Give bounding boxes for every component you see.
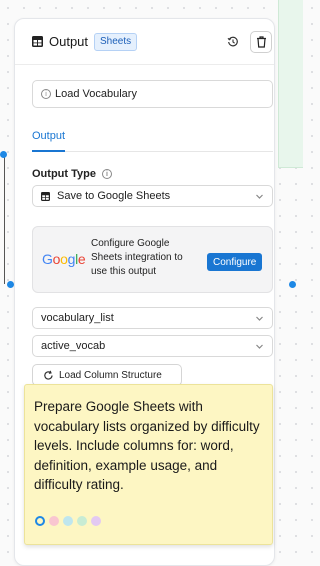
output-type-value: Save to Google Sheets [57, 190, 171, 202]
color-option-green[interactable] [77, 516, 87, 526]
color-option-purple[interactable] [91, 516, 101, 526]
google-integration-panel: Google Configure Google Sheets integrati… [32, 226, 273, 293]
output-type-select[interactable]: Save to Google Sheets [32, 185, 273, 207]
google-logo: Google [42, 251, 86, 267]
input-handle[interactable] [7, 281, 14, 288]
refresh-icon [44, 370, 53, 380]
tab-divider [32, 151, 273, 152]
tab-output[interactable]: Output [32, 130, 65, 142]
chevron-down-icon [256, 344, 263, 349]
grid-table-icon [32, 36, 43, 47]
configure-button[interactable]: Configure [207, 253, 263, 271]
connection-edge [4, 152, 5, 284]
history-button[interactable] [222, 31, 244, 53]
sticky-note-text[interactable]: Prepare Google Sheets with vocabulary li… [34, 397, 264, 495]
chevron-down-icon [256, 194, 263, 199]
active-tab-indicator [32, 150, 65, 152]
spreadsheet-value: vocabulary_list [41, 312, 114, 324]
grid-table-icon [41, 191, 50, 201]
trash-icon [256, 36, 266, 48]
node-type-badge: Sheets [94, 33, 138, 51]
history-icon [227, 36, 238, 47]
sheet-tab-select[interactable]: active_vocab [32, 335, 273, 357]
node-name-input[interactable]: i Load Vocabulary [32, 80, 273, 108]
integration-message: Configure Google Sheets integration to u… [91, 238, 183, 277]
load-column-structure-button[interactable]: Load Column Structure [32, 364, 182, 386]
node-name-value: Load Vocabulary [55, 88, 137, 100]
color-option-pink[interactable] [49, 516, 59, 526]
info-icon[interactable]: i [101, 169, 112, 179]
delete-button[interactable] [250, 31, 272, 53]
note-color-picker [35, 516, 105, 526]
edge-handle-top[interactable] [0, 151, 7, 158]
chevron-down-icon [256, 316, 263, 321]
color-option-yellow[interactable] [35, 516, 45, 526]
color-option-blue[interactable] [63, 516, 73, 526]
output-type-label-text: Output Type [32, 168, 96, 180]
node-title: Output [49, 34, 89, 49]
spreadsheet-select[interactable]: vocabulary_list [32, 307, 273, 329]
output-type-label: Output Type i [32, 168, 112, 180]
load-column-structure-label: Load Column Structure [59, 369, 162, 381]
sticky-note[interactable]: Prepare Google Sheets with vocabulary li… [24, 384, 273, 545]
info-icon: i [41, 89, 51, 99]
node-header: Output Sheets [15, 19, 274, 65]
output-handle[interactable] [289, 281, 296, 288]
sheet-tab-value: active_vocab [41, 340, 106, 352]
adjacent-node-panel [278, 0, 303, 168]
